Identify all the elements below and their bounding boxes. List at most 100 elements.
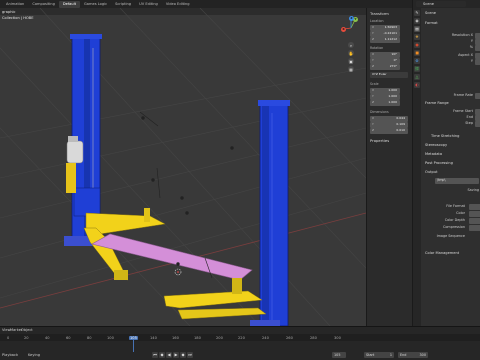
navigation-gizmo[interactable]: Y X Z [340,16,362,39]
frame-rate-label: Frame Rate [453,93,473,97]
metadata-section[interactable]: Metadata [425,152,442,156]
prev-keyframe-icon[interactable]: ◆ [159,352,165,358]
location-x-field[interactable]: X 1.50903 [370,25,400,31]
rotation-x-field[interactable]: X 90° [370,52,400,58]
location-z-field[interactable]: Z 1.11212 [370,37,400,43]
tick-label: 100 [107,336,114,340]
frame-range-section[interactable]: Frame Range [425,101,449,105]
tick-label: 200 [216,336,223,340]
format-section[interactable]: Format [425,21,438,25]
camera-icon[interactable]: ▣ [348,58,354,64]
output-tab-icon[interactable]: ▤ [414,26,420,32]
aspect-x-field[interactable] [475,53,480,59]
tool-tab-icon[interactable]: ✎ [414,10,420,16]
compression-slider[interactable] [469,225,480,231]
jump-start-icon[interactable]: ⏮ [152,352,158,358]
timeline-menu-object[interactable]: Object [21,328,33,332]
start-label: Start [366,353,375,357]
frame-step-field[interactable] [475,121,480,127]
resolution-y-field[interactable] [475,39,480,45]
dimensions-x-field[interactable]: X 0.044 [370,116,408,122]
tick-label: 240 [262,336,269,340]
tick-label: 280 [310,336,317,340]
start-frame-field[interactable]: Start 1 [364,352,394,358]
perspective-grid-icon[interactable]: ▦ [348,66,354,72]
object-tab-icon[interactable]: ■ [414,50,420,56]
aspect-x-label: Aspect X [458,53,473,57]
post-processing-section[interactable]: Post Processing [425,161,453,165]
playback-menu[interactable]: Playback [2,353,18,357]
resolution-x-field[interactable] [475,33,480,39]
workspace-tab-games-logic[interactable]: Games Logic [80,1,111,8]
gizmo-z-axis[interactable]: Z [349,16,354,21]
stereoscopy-section[interactable]: Stereoscopy [425,143,447,147]
tick-label: 40 [45,336,50,340]
playhead-line[interactable] [133,340,134,352]
world-tab-icon[interactable]: ● [414,42,420,48]
color-label: Color [456,211,465,215]
scale-y-field[interactable]: Y 1.000 [370,94,400,100]
rotation-y-field[interactable]: Y 0° [370,58,400,64]
workspace-bar: Animation Compositing Default Games Logi… [0,0,480,8]
aspect-y-field[interactable] [475,59,480,65]
color-depth-buttons[interactable] [469,218,480,224]
color-mode-buttons[interactable] [469,211,480,217]
scene-selector[interactable]: Scene [416,1,466,7]
end-value: 300 [419,353,426,357]
aspect-y-label: Y [470,59,473,63]
compression-label: Compression [442,225,465,229]
play-icon[interactable]: ▶ [173,352,179,358]
transform-section-header[interactable]: Transform [370,11,389,16]
modifier-tab-icon[interactable]: ⚙ [414,58,420,64]
end-label: End [400,353,407,357]
resolution-percent-field[interactable] [475,45,480,51]
material-tab-icon[interactable]: ◐ [414,82,420,88]
viewport-scene[interactable] [0,8,366,326]
scene-section[interactable]: Scene [425,11,436,15]
output-path-field[interactable]: /tmp\ [435,178,479,184]
data-tab-icon[interactable]: △ [414,74,420,80]
file-format-label: File Format [446,204,465,208]
scale-x-field[interactable]: X 1.000 [370,88,400,94]
scale-z-field[interactable]: Z 1.000 [370,100,400,106]
tick-label: 260 [286,336,293,340]
workspace-tab-uv-editing[interactable]: UV Editing [135,1,162,8]
location-y-field[interactable]: Y -0.22101 [370,31,400,37]
tick-label: 80 [87,336,92,340]
workspace-tab-compositing[interactable]: Compositing [28,1,59,8]
workspace-tab-default[interactable]: Default [58,0,80,8]
time-stretching-section[interactable]: Time Stretching [431,134,459,138]
dimensions-y-field[interactable]: Y 0.109 [370,122,408,128]
rotation-mode-dropdown[interactable]: XYZ Euler [370,72,408,78]
pan-hand-icon[interactable]: ✋ [348,50,354,56]
render-tab-icon[interactable]: ◉ [414,18,420,24]
frame-rate-dropdown[interactable] [475,93,480,99]
workspace-tab-animation[interactable]: Animation [2,1,28,8]
next-keyframe-icon[interactable]: ◆ [180,352,186,358]
file-format-dropdown[interactable] [469,204,480,210]
gizmo-x-axis[interactable]: X [341,27,346,32]
frame-start-field[interactable] [475,109,480,115]
constraint-tab-icon[interactable]: ⛓ [414,66,420,72]
properties-editor: Scene ✎ ◉ ▤ ❖ ● ■ ⚙ ⛓ △ ◐ Scene Format R… [412,0,480,326]
keying-menu[interactable]: Keying [28,353,40,357]
scene-tab-icon[interactable]: ❖ [414,34,420,40]
zoom-icon[interactable]: ⌕ [348,42,354,48]
frame-end-field[interactable] [475,115,480,121]
start-value: 1 [389,353,392,357]
jump-end-icon[interactable]: ⏭ [187,352,193,358]
dimensions-z-field[interactable]: Z 0.010 [370,128,408,134]
frame-start-label: Frame Start [453,109,473,113]
end-frame-field[interactable]: End 300 [398,352,428,358]
output-section[interactable]: Output [425,170,437,174]
play-reverse-icon[interactable]: ◀ [166,352,172,358]
workspace-tab-scripting[interactable]: Scripting [111,1,135,8]
properties-section-header[interactable]: Properties [370,138,389,143]
rotation-z-field[interactable]: Z 270° [370,64,400,70]
right-lift-column[interactable] [258,100,290,326]
frame-step-label: Step [465,121,473,125]
workspace-tab-video-editing[interactable]: Video Editing [162,1,194,8]
color-management-section[interactable]: Color Management [425,251,459,255]
current-frame-field[interactable]: 105 [332,352,346,358]
3d-viewport[interactable]: graphic Collection | HOBE Y X Z ⌕ ✋ ▣ ▦ [0,8,366,326]
